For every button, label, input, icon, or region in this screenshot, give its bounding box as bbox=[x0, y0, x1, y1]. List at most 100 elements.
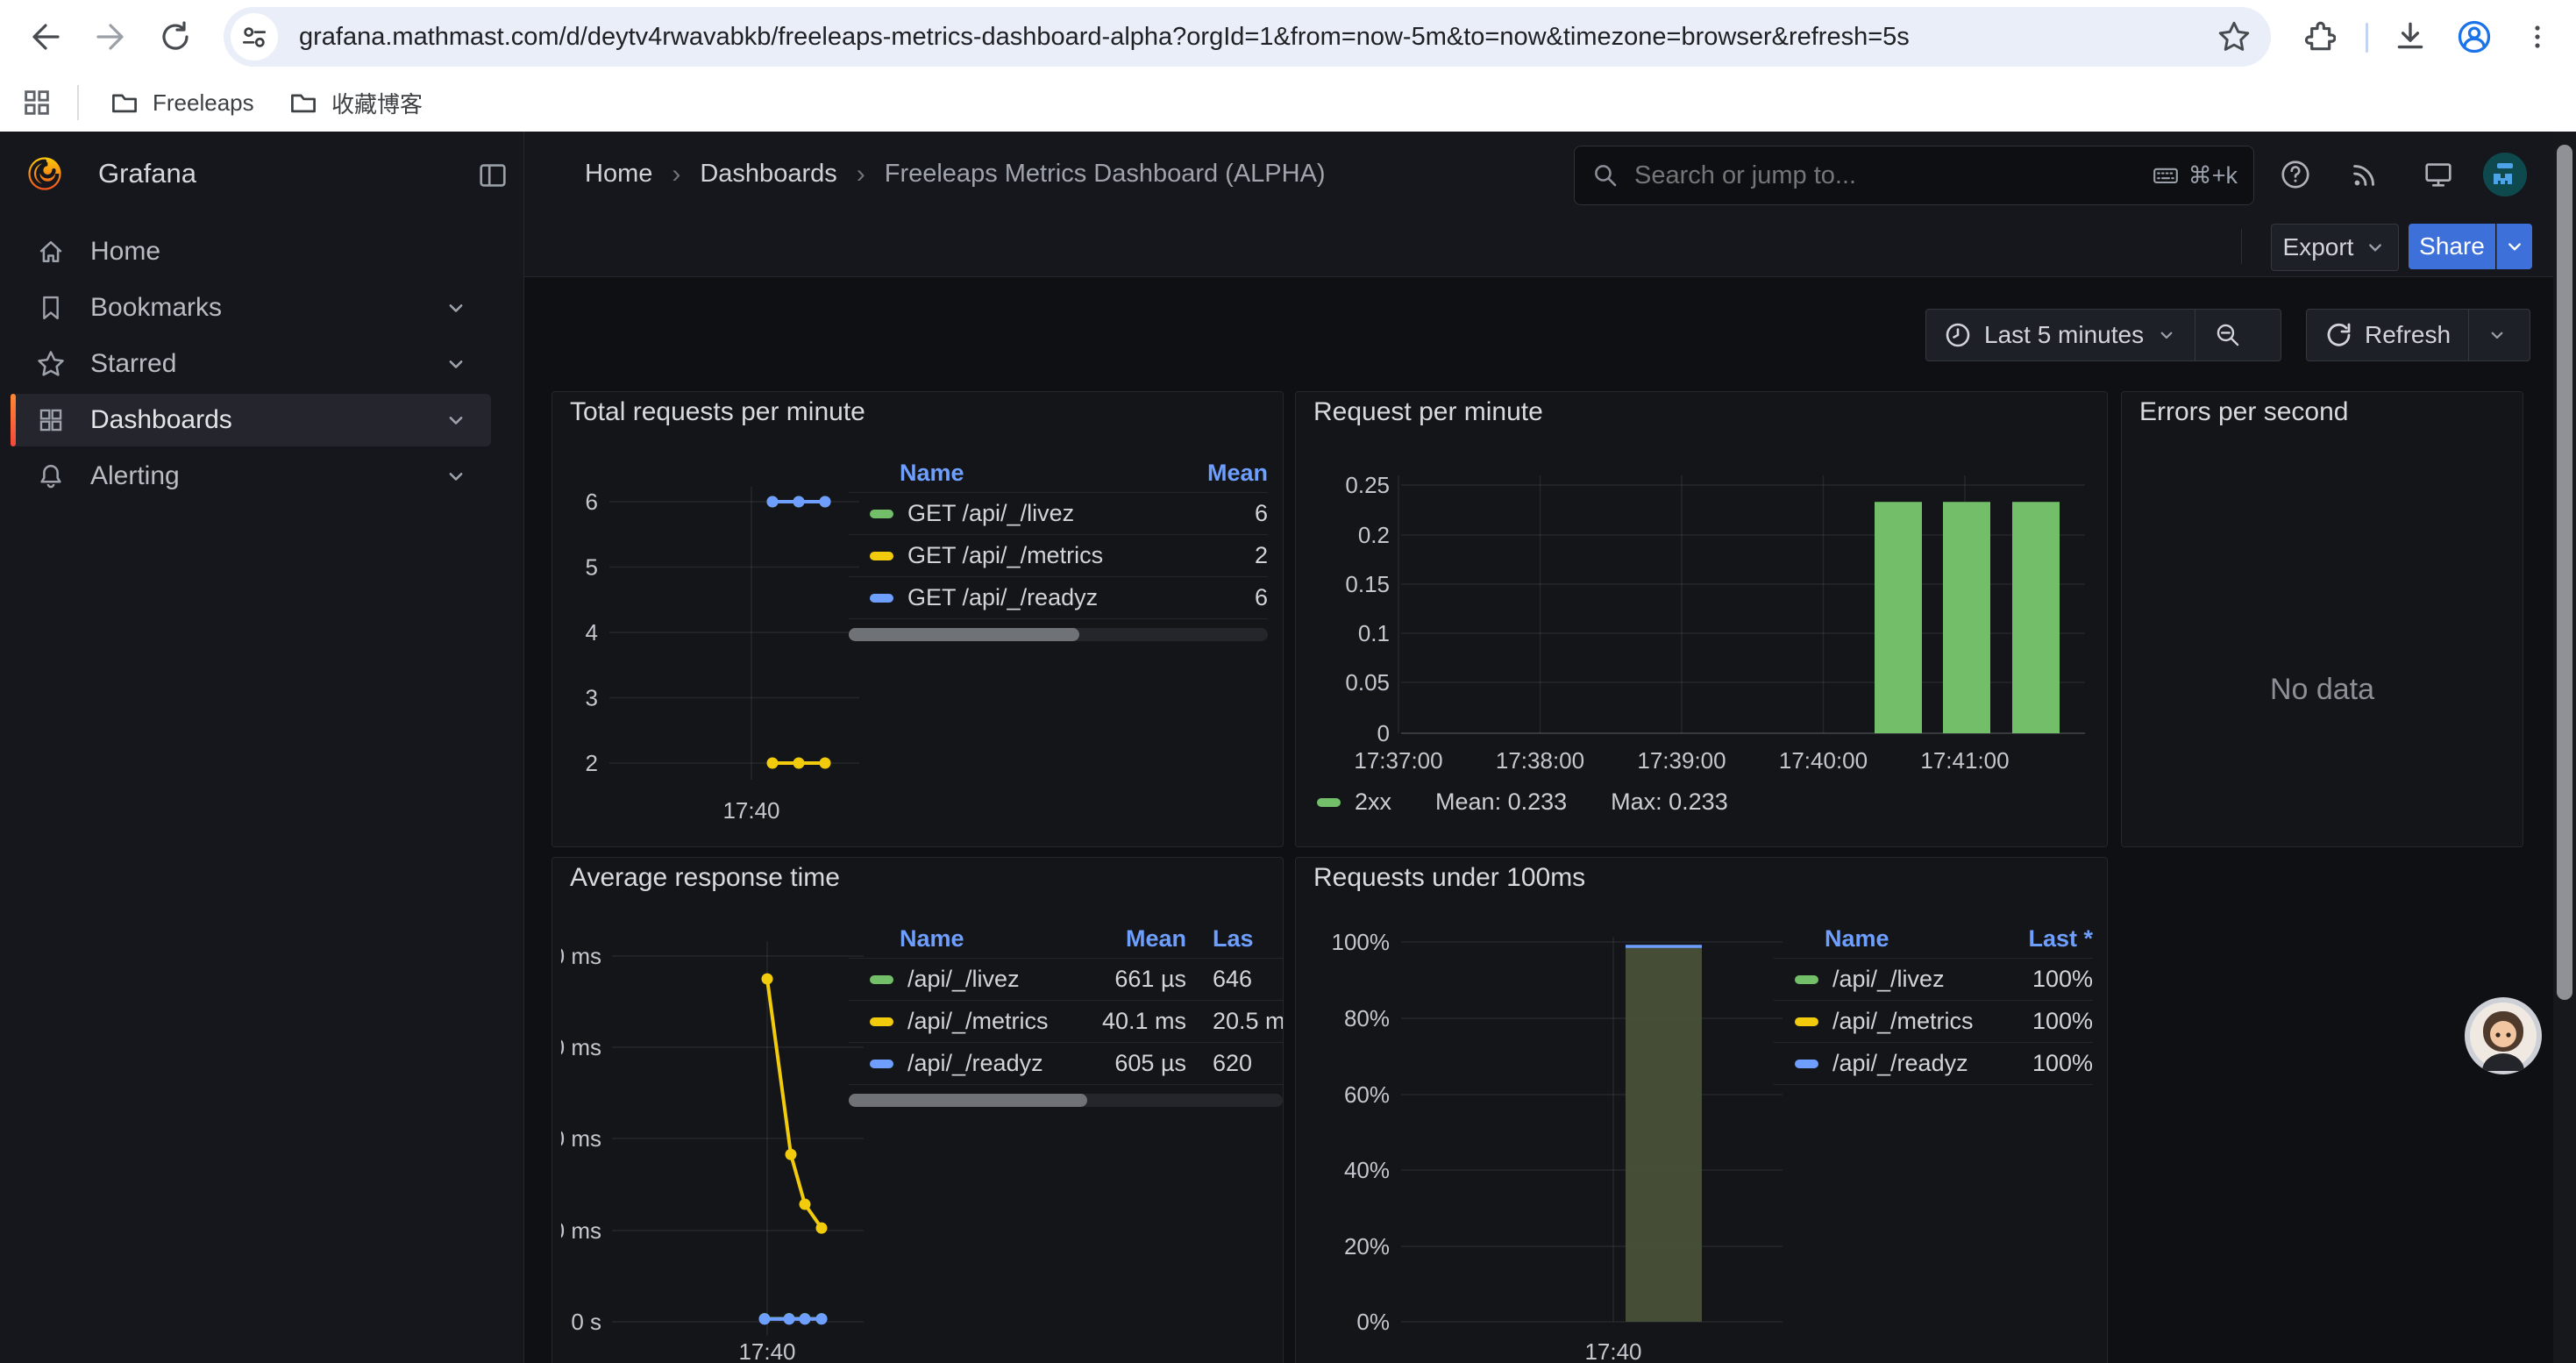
refresh-interval-button[interactable] bbox=[2469, 310, 2525, 360]
sidebar-item-home[interactable]: Home bbox=[11, 225, 491, 278]
url-bar[interactable] bbox=[224, 7, 2271, 67]
sidebar-item-bookmarks[interactable]: Bookmarks bbox=[11, 282, 491, 334]
legend-series-name[interactable]: /api/_/metrics bbox=[907, 1008, 1049, 1035]
legend-scrollbar-thumb[interactable] bbox=[849, 628, 1079, 641]
sidebar-item-alerting[interactable]: Alerting bbox=[11, 450, 491, 503]
legend-cell[interactable]: GET /api/_/readyz bbox=[849, 584, 1163, 611]
downloads-button[interactable] bbox=[2386, 12, 2435, 61]
legend-series-name[interactable]: /api/_/livez bbox=[1832, 966, 1945, 993]
search-input[interactable] bbox=[1633, 161, 2152, 191]
legend-cell[interactable]: GET /api/_/livez bbox=[849, 500, 1163, 527]
legend-column-header: Mean bbox=[1074, 925, 1186, 953]
sidebar-collapse-button[interactable] bbox=[473, 156, 512, 195]
panel-title[interactable]: Total requests per minute bbox=[570, 397, 865, 427]
legend-series-name[interactable]: /api/_/readyz bbox=[1832, 1050, 1968, 1077]
svg-text:17:39:00: 17:39:00 bbox=[1637, 747, 1726, 774]
help-button[interactable] bbox=[2272, 151, 2319, 198]
legend-series-name[interactable]: /api/_/livez bbox=[907, 966, 1020, 993]
news-button[interactable] bbox=[2341, 151, 2388, 198]
download-icon bbox=[2392, 18, 2429, 55]
legend-row: GET /api/_/livez 6 bbox=[849, 493, 1268, 535]
reload-button[interactable] bbox=[151, 12, 200, 61]
user-avatar[interactable] bbox=[2483, 153, 2527, 196]
legend-table: NameMeanGET /api/_/livez6GET /api/_/metr… bbox=[849, 453, 1268, 641]
floating-assistant-avatar[interactable] bbox=[2465, 997, 2542, 1074]
legend-scrollbar[interactable] bbox=[849, 628, 1268, 641]
bookmark-star-icon[interactable] bbox=[2208, 11, 2260, 63]
panel-title[interactable]: Requests under 100ms bbox=[1313, 863, 1585, 893]
legend-cell[interactable]: /api/_/readyz bbox=[1774, 1050, 2005, 1077]
extensions-button[interactable] bbox=[2293, 12, 2342, 61]
legend-series-name[interactable]: /api/_/metrics bbox=[1832, 1008, 1974, 1035]
page-scrollbar[interactable] bbox=[2553, 132, 2576, 1363]
export-button[interactable]: Export bbox=[2271, 224, 2399, 271]
svg-text:60 ms: 60 ms bbox=[561, 1034, 601, 1060]
svg-text:80 ms: 80 ms bbox=[561, 943, 601, 969]
legend[interactable]: 2xx Mean: 0.233 Max: 0.233 bbox=[1317, 789, 1728, 816]
panel-requests-under-100ms: Requests under 100ms 100%80%60%40%20%0%1… bbox=[1295, 857, 2108, 1363]
chevron-down-icon[interactable] bbox=[444, 464, 468, 489]
legend-cell[interactable]: /api/_/metrics bbox=[1774, 1008, 2005, 1035]
legend-cell[interactable]: /api/_/livez bbox=[849, 966, 1074, 993]
legend-series-name[interactable]: GET /api/_/livez bbox=[907, 500, 1074, 527]
breadcrumb-home[interactable]: Home bbox=[585, 160, 652, 189]
search-box[interactable]: ⌘+k bbox=[1574, 146, 2254, 205]
kiosk-mode-button[interactable] bbox=[2415, 151, 2462, 198]
legend-scrollbar[interactable] bbox=[849, 1094, 1283, 1107]
bookmark-item-blogs[interactable]: 收藏博客 bbox=[274, 80, 437, 125]
chevron-down-icon[interactable] bbox=[444, 296, 468, 320]
time-range-picker[interactable]: Last 5 minutes bbox=[1926, 310, 2195, 360]
home-icon bbox=[33, 234, 68, 269]
series-color-pill bbox=[870, 975, 893, 984]
panel-title[interactable]: Average response time bbox=[570, 863, 840, 893]
refresh-icon bbox=[2324, 321, 2352, 349]
active-item-accent bbox=[11, 394, 16, 446]
share-button[interactable]: Share bbox=[2409, 224, 2495, 269]
chevron-down-icon[interactable] bbox=[444, 408, 468, 432]
breadcrumb-dashboards[interactable]: Dashboards bbox=[700, 160, 836, 189]
site-settings-icon[interactable] bbox=[231, 13, 278, 61]
sidebar-item-dashboards[interactable]: Dashboards bbox=[11, 394, 491, 446]
legend-cell[interactable]: /api/_/livez bbox=[1774, 966, 2005, 993]
share-menu-button[interactable] bbox=[2496, 224, 2532, 269]
legend-cell: 40.1 ms bbox=[1074, 1008, 1186, 1035]
legend-series-name[interactable]: GET /api/_/metrics bbox=[907, 542, 1103, 569]
search-icon bbox=[1590, 161, 1620, 190]
breadcrumb-separator: › bbox=[857, 160, 865, 189]
legend-cell[interactable]: /api/_/metrics bbox=[849, 1008, 1074, 1035]
sidebar-item-starred[interactable]: Starred bbox=[11, 338, 491, 390]
panel-title[interactable]: Request per minute bbox=[1313, 397, 1543, 427]
keyboard-icon bbox=[2152, 161, 2180, 189]
legend-series-name[interactable]: /api/_/readyz bbox=[907, 1050, 1043, 1077]
url-input[interactable] bbox=[297, 22, 2208, 53]
legend-cell: 6 bbox=[1163, 500, 1268, 527]
forward-button[interactable] bbox=[86, 12, 135, 61]
chevron-down-icon[interactable] bbox=[444, 352, 468, 376]
legend-cell[interactable]: GET /api/_/metrics bbox=[849, 542, 1163, 569]
profile-button[interactable] bbox=[2450, 12, 2499, 61]
legend-series-name[interactable]: 2xx bbox=[1355, 789, 1391, 816]
folder-icon bbox=[288, 87, 319, 118]
legend-cell: 100% bbox=[2005, 1008, 2093, 1035]
breadcrumb: Home › Dashboards › Freeleaps Metrics Da… bbox=[585, 132, 1326, 217]
legend-column-header: Name bbox=[849, 460, 1163, 487]
bookmark-icon bbox=[33, 290, 68, 325]
apps-button[interactable] bbox=[12, 78, 61, 127]
grafana-logo-icon[interactable] bbox=[25, 153, 65, 194]
svg-text:17:38:00: 17:38:00 bbox=[1496, 747, 1584, 774]
bell-icon bbox=[33, 459, 68, 494]
timeseries-chart: 80 ms60 ms40 ms20 ms0 s17:40 bbox=[561, 928, 872, 1363]
browser-menu-button[interactable] bbox=[2513, 12, 2562, 61]
legend-cell[interactable]: /api/_/readyz bbox=[849, 1050, 1074, 1077]
panel-title[interactable]: Errors per second bbox=[2139, 397, 2348, 427]
zoom-out-button[interactable] bbox=[2195, 310, 2260, 360]
bookmark-item-freeleaps[interactable]: Freeleaps bbox=[95, 80, 268, 125]
star-icon bbox=[2216, 18, 2252, 55]
bookmark-label: 收藏博客 bbox=[331, 87, 423, 119]
scrollbar-thumb[interactable] bbox=[2557, 145, 2572, 1000]
legend-scrollbar-thumb[interactable] bbox=[849, 1094, 1087, 1107]
refresh-button[interactable]: Refresh bbox=[2307, 310, 2468, 360]
back-button[interactable] bbox=[21, 12, 70, 61]
legend-series-name[interactable]: GET /api/_/readyz bbox=[907, 584, 1098, 611]
legend-cell: 605 µs bbox=[1074, 1050, 1186, 1077]
